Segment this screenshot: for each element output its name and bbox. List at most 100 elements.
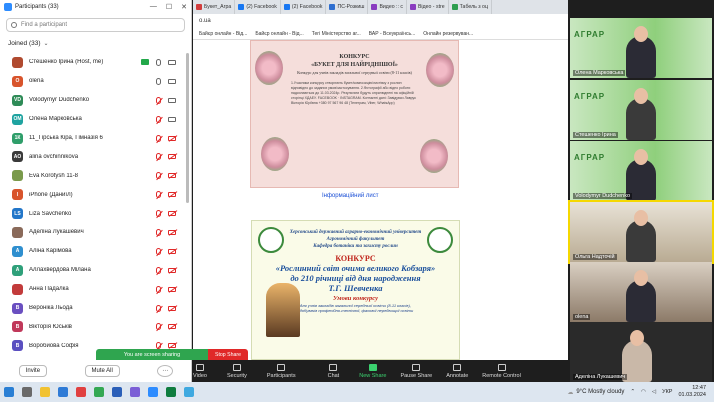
participant-row[interactable]: В Вікторія Юськів: [0, 317, 186, 336]
joined-section-header[interactable]: Joined (33) ⌄: [0, 36, 191, 51]
browser-tab[interactable]: Відео - stre: [407, 0, 449, 14]
browser-tab[interactable]: ПС-Розкиш: [326, 0, 369, 14]
camera-off-icon[interactable]: [168, 286, 176, 292]
camera-off-icon[interactable]: [168, 135, 176, 141]
camera-icon[interactable]: [168, 59, 176, 65]
camera-icon[interactable]: [168, 78, 176, 84]
participant-row[interactable]: Oolena: [0, 72, 186, 91]
bookmark-item[interactable]: Байєр онлайн - Від...: [199, 31, 247, 37]
clock[interactable]: 12:47 01.03.2024: [678, 385, 706, 399]
address-bar[interactable]: о.ua: [193, 14, 568, 28]
camera-off-icon[interactable]: [168, 267, 176, 273]
tray-chevron-icon[interactable]: ⌃: [630, 389, 635, 395]
more-options-button[interactable]: ···: [157, 365, 174, 377]
mic-muted-icon[interactable]: [156, 304, 161, 312]
participant-row[interactable]: Стешенко Ірина (Host, me): [0, 53, 186, 72]
camera-off-icon[interactable]: [168, 154, 176, 160]
mic-muted-icon[interactable]: [156, 115, 161, 123]
video-tile[interactable]: Аделіна Лукашевич: [570, 322, 712, 382]
video-tile[interactable]: АГРАР Стешенко Ірина: [570, 80, 712, 140]
mic-muted-icon[interactable]: [156, 285, 161, 293]
camera-off-icon[interactable]: [168, 229, 176, 235]
mic-muted-icon[interactable]: [156, 172, 161, 180]
browser-tab[interactable]: Букет_Агра: [193, 0, 236, 14]
video-button[interactable]: Video: [193, 363, 207, 379]
video-tile[interactable]: АГРАР Volodymyr Dudchenko: [570, 141, 712, 201]
camera-off-icon[interactable]: [168, 324, 176, 330]
wifi-icon[interactable]: ◠: [641, 389, 646, 395]
participant-row[interactable]: IiPhone (Даниїл): [0, 185, 186, 204]
mic-muted-icon[interactable]: [156, 210, 161, 218]
participant-row[interactable]: LS Liza Savchenko: [0, 204, 186, 223]
bookmark-item[interactable]: Тегі Міністерство аг...: [312, 31, 361, 37]
search-input[interactable]: Find a participant: [6, 18, 185, 32]
mic-muted-icon[interactable]: [156, 323, 161, 331]
scrollbar[interactable]: [186, 53, 189, 203]
browser-tab[interactable]: Табель з оц: [449, 0, 492, 14]
weather-widget[interactable]: ☁ 9°C Mostly cloudy: [567, 389, 624, 396]
mic-muted-icon[interactable]: [156, 247, 161, 255]
annotate-button[interactable]: Annotate: [446, 363, 468, 379]
new-share-button[interactable]: New Share: [359, 363, 386, 379]
browser-tab[interactable]: (2) Facebook: [281, 0, 327, 14]
participant-row[interactable]: В Вероніка Льода: [0, 299, 186, 318]
maximize-icon[interactable]: ☐: [166, 3, 172, 11]
camera-off-icon[interactable]: [168, 192, 176, 198]
mic-icon[interactable]: [156, 77, 161, 85]
participant-row[interactable]: Eva Korotysh 11-8: [0, 166, 186, 185]
remote-control-button[interactable]: Remote Control: [482, 363, 521, 379]
mic-muted-icon[interactable]: [156, 96, 161, 104]
mic-icon[interactable]: [156, 58, 161, 66]
camera-off-icon[interactable]: [168, 211, 176, 217]
participant-row[interactable]: А Аліна Карімова: [0, 242, 186, 261]
camera-icon[interactable]: [168, 116, 176, 122]
chrome-icon[interactable]: [94, 387, 104, 397]
camera-off-icon[interactable]: [168, 305, 176, 311]
participant-row[interactable]: 1К 11_Гірська Кіра, Гімназія 6: [0, 129, 186, 148]
bookmark-item[interactable]: Онлайн резервуван...: [423, 31, 473, 37]
bookmark-item[interactable]: Байєр онлайн - Від...: [255, 31, 303, 37]
camera-off-icon[interactable]: [168, 248, 176, 254]
video-tile[interactable]: Ольга Надточій: [568, 200, 714, 264]
windows-start-icon[interactable]: [4, 387, 14, 397]
telegram-icon[interactable]: [184, 387, 194, 397]
excel-icon[interactable]: [166, 387, 176, 397]
mic-muted-icon[interactable]: [156, 153, 161, 161]
edge-icon[interactable]: [58, 387, 68, 397]
minimize-icon[interactable]: —: [150, 3, 157, 11]
pause-share-button[interactable]: Pause Share: [400, 363, 432, 379]
security-button[interactable]: Security: [227, 363, 247, 379]
participant-row[interactable]: Аделіна Лукашевич: [0, 223, 186, 242]
camera-off-icon[interactable]: [168, 173, 176, 179]
mute-all-button[interactable]: Mute All: [84, 365, 120, 377]
info-letter-link[interactable]: Інформаційний лист: [322, 193, 378, 199]
participant-row[interactable]: AO alina ovchinnikova: [0, 147, 186, 166]
mic-muted-icon[interactable]: [156, 266, 161, 274]
stop-share-button[interactable]: Stop Share: [208, 349, 248, 360]
video-tile[interactable]: АГРАР Олена Марковська: [570, 18, 712, 78]
mic-muted-icon[interactable]: [156, 134, 161, 142]
volume-icon[interactable]: ◁: [652, 389, 656, 395]
participant-row[interactable]: Анна Падалка: [0, 280, 186, 299]
browser-tab[interactable]: (2) Facebook: [235, 0, 281, 14]
close-icon[interactable]: ✕: [181, 3, 187, 11]
chat-button[interactable]: Chat: [328, 363, 339, 379]
video-tile[interactable]: olena: [570, 262, 712, 322]
mic-muted-icon[interactable]: [156, 191, 161, 199]
participant-row[interactable]: А Аллахвердова Мілана: [0, 261, 186, 280]
invite-button[interactable]: Invite: [18, 365, 48, 377]
search-icon[interactable]: [22, 387, 32, 397]
viber-icon[interactable]: [130, 387, 140, 397]
powerpoint-icon[interactable]: [76, 387, 86, 397]
word-icon[interactable]: [112, 387, 122, 397]
participants-button[interactable]: Participants: [267, 363, 296, 379]
participant-row[interactable]: ОМ Олена Марковська: [0, 110, 186, 129]
bookmark-item[interactable]: ВАР - Всеукраїнсь...: [369, 31, 416, 37]
browser-tab[interactable]: Видео :: с: [368, 0, 407, 14]
participant-row[interactable]: VD Volodymyr Dudchenko: [0, 91, 186, 110]
camera-icon[interactable]: [168, 97, 176, 103]
camera-off-icon[interactable]: [168, 343, 176, 349]
language-indicator[interactable]: УКР: [662, 389, 672, 395]
mic-muted-icon[interactable]: [156, 228, 161, 236]
zoom-icon[interactable]: [148, 387, 158, 397]
